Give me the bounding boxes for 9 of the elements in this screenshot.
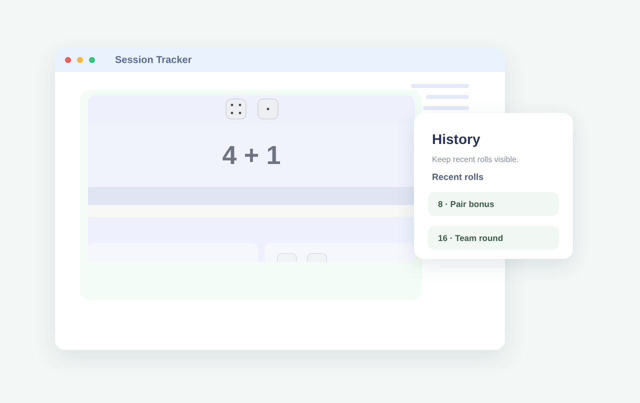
window-title: Session Tracker xyxy=(115,54,192,66)
minimize-dot-icon[interactable] xyxy=(77,57,83,63)
history-subtitle: Keep recent rolls visible. xyxy=(432,155,520,164)
roll-item[interactable]: 16 · Team round xyxy=(428,226,559,250)
roll-item[interactable]: 8 · Pair bonus xyxy=(428,192,559,216)
maximize-dot-icon[interactable] xyxy=(89,57,95,63)
section-label: Recent rolls xyxy=(432,172,485,182)
close-dot-icon[interactable] xyxy=(65,57,71,63)
history-title: History xyxy=(432,131,482,147)
